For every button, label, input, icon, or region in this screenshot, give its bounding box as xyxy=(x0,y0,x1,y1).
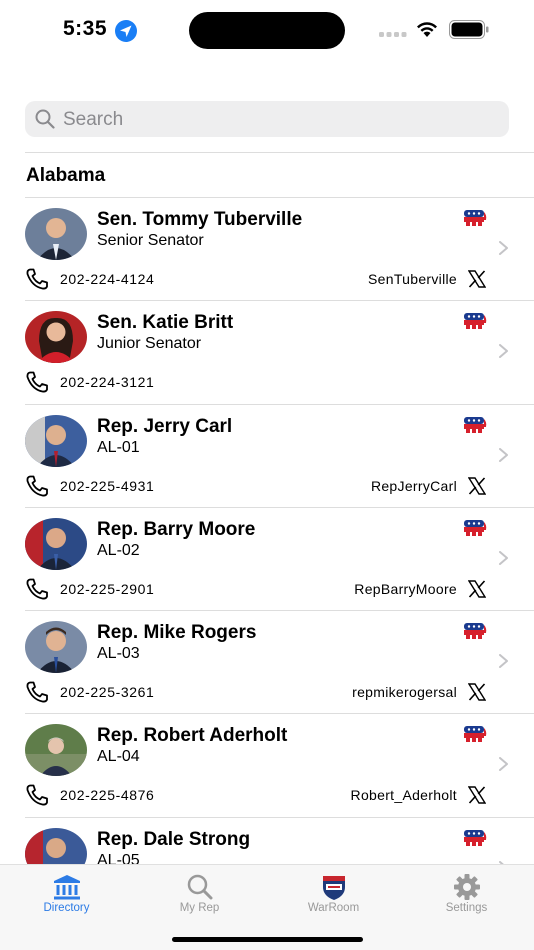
battery-icon xyxy=(449,20,489,39)
member-title: AL-03 xyxy=(97,645,140,663)
x-logo-icon[interactable] xyxy=(468,476,486,495)
member-row[interactable]: Rep. Jerry Carl AL-01 202-225-4931 RepJe… xyxy=(25,405,534,508)
member-name: Rep. Dale Strong xyxy=(97,828,251,850)
twitter-handle[interactable]: repmikerogersal xyxy=(352,684,457,700)
avatar xyxy=(25,414,87,467)
member-title: AL-04 xyxy=(97,748,140,766)
republican-elephant-icon xyxy=(464,829,487,846)
wifi-icon xyxy=(417,22,437,37)
chevron-right-icon xyxy=(499,447,508,462)
member-name: Sen. Katie Britt xyxy=(97,312,234,334)
status-time: 5:35 xyxy=(63,17,108,40)
republican-elephant-icon xyxy=(464,416,487,433)
gear-icon xyxy=(453,874,480,900)
chevron-right-icon xyxy=(499,757,508,772)
tab-label: Settings xyxy=(445,902,488,914)
search-icon xyxy=(187,874,212,900)
member-row[interactable]: Rep. Dale Strong AL-05 xyxy=(25,818,534,864)
phone-icon[interactable] xyxy=(25,578,49,600)
member-title: AL-05 xyxy=(97,851,140,864)
member-row[interactable]: Sen. Tommy Tuberville Senior Senator 202… xyxy=(25,198,534,302)
dynamic-island xyxy=(189,12,345,49)
divider xyxy=(25,152,534,153)
avatar xyxy=(25,724,87,777)
member-title: AL-01 xyxy=(97,438,140,456)
twitter-handle[interactable]: RepBarryMoore xyxy=(354,581,457,597)
section-header: Alabama xyxy=(26,165,106,186)
chevron-right-icon xyxy=(499,654,508,669)
republican-elephant-icon xyxy=(464,623,487,640)
x-logo-icon[interactable] xyxy=(468,786,486,805)
phone-icon[interactable] xyxy=(25,268,49,290)
search-placeholder: Search xyxy=(63,109,124,130)
avatar xyxy=(25,621,87,674)
member-row[interactable]: Rep. Robert Aderholt AL-04 202-225-4876 … xyxy=(25,714,534,818)
chevron-right-icon xyxy=(499,241,508,255)
phone-icon[interactable] xyxy=(25,475,49,497)
tab-label: My Rep xyxy=(179,902,220,914)
avatar xyxy=(25,208,87,260)
member-name: Rep. Barry Moore xyxy=(97,518,256,540)
member-title: AL-02 xyxy=(97,541,140,559)
cellular-signal-icon xyxy=(379,32,407,37)
phone-icon[interactable] xyxy=(25,681,49,703)
tab-warroom[interactable]: WarRoom xyxy=(267,865,400,925)
twitter-handle[interactable]: SenTuberville xyxy=(368,271,457,287)
search-input[interactable]: Search xyxy=(25,101,509,137)
phone-number[interactable]: 202-225-4876 xyxy=(60,787,154,803)
x-logo-icon[interactable] xyxy=(468,270,486,288)
phone-number[interactable]: 202-224-3121 xyxy=(60,374,154,390)
bank-icon xyxy=(53,875,80,900)
member-title: Senior Senator xyxy=(97,232,204,249)
republican-elephant-icon xyxy=(464,210,487,226)
chevron-right-icon xyxy=(499,550,508,565)
twitter-handle[interactable]: RepJerryCarl xyxy=(371,478,457,494)
search-icon xyxy=(35,109,55,129)
member-name: Sen. Tommy Tuberville xyxy=(97,209,303,230)
member-list[interactable]: Sen. Tommy Tuberville Senior Senator 202… xyxy=(0,198,534,864)
member-row[interactable]: Rep. Barry Moore AL-02 202-225-2901 RepB… xyxy=(25,508,534,612)
phone-icon[interactable] xyxy=(25,784,49,806)
phone-icon[interactable] xyxy=(25,371,49,393)
republican-elephant-icon xyxy=(464,519,487,536)
tab-directory[interactable]: Directory xyxy=(0,865,133,925)
phone-number[interactable]: 202-225-4931 xyxy=(60,478,154,494)
avatar xyxy=(25,311,87,364)
x-logo-icon[interactable] xyxy=(468,580,486,598)
tab-my-rep[interactable]: My Rep xyxy=(133,865,266,925)
warroom-icon xyxy=(322,876,345,900)
member-name: Rep. Robert Aderholt xyxy=(97,725,288,747)
member-row[interactable]: Sen. Katie Britt Junior Senator 202-224-… xyxy=(25,301,534,405)
member-row[interactable]: Rep. Mike Rogers AL-03 202-225-3261 repm… xyxy=(25,611,534,715)
phone-number[interactable]: 202-224-4124 xyxy=(60,271,154,287)
location-arrow-icon xyxy=(115,20,137,42)
avatar xyxy=(25,517,87,570)
member-title: Junior Senator xyxy=(97,335,202,353)
status-bar: 5:35 xyxy=(0,0,534,60)
avatar xyxy=(25,827,87,864)
x-logo-icon[interactable] xyxy=(468,683,486,701)
tab-label: Directory xyxy=(43,902,90,914)
republican-elephant-icon xyxy=(464,726,487,743)
republican-elephant-icon xyxy=(464,313,487,330)
phone-number[interactable]: 202-225-3261 xyxy=(60,684,154,700)
tab-label: WarRoom xyxy=(307,902,360,914)
member-name: Rep. Mike Rogers xyxy=(97,622,257,644)
home-indicator[interactable] xyxy=(172,937,363,942)
tab-settings[interactable]: Settings xyxy=(400,865,533,925)
phone-number[interactable]: 202-225-2901 xyxy=(60,581,154,597)
member-name: Rep. Jerry Carl xyxy=(97,415,233,437)
chevron-right-icon xyxy=(499,344,508,359)
twitter-handle[interactable]: Robert_Aderholt xyxy=(351,787,457,803)
